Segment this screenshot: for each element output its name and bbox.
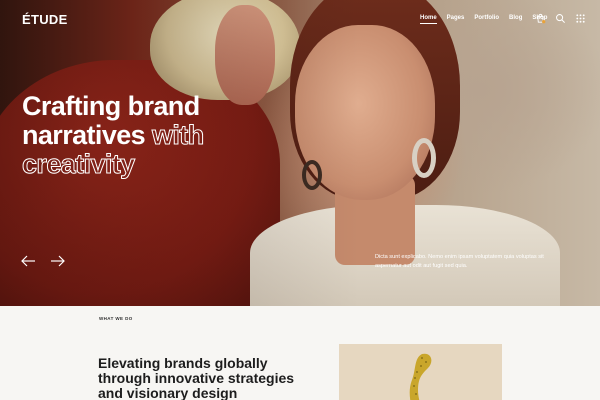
cart-icon[interactable] <box>535 13 546 24</box>
nav-item-portfolio[interactable]: Portfolio <box>474 15 499 21</box>
nav-item-blog[interactable]: Blog <box>509 15 522 21</box>
nav-item-home[interactable]: Home <box>420 15 437 24</box>
arrow-left-icon[interactable] <box>21 255 36 267</box>
hero-description: Dicta sunt explicabo. Nemo enim ipsam vo… <box>375 254 544 269</box>
nav-item-pages[interactable]: Pages <box>447 15 465 21</box>
section-title: Elevating brands globally through innova… <box>98 355 295 400</box>
headline-outline-word: with <box>152 120 205 150</box>
hero-banner: ÉTUDE Home Pages Portfolio Blog Shop Cra… <box>0 0 600 306</box>
headline-line-1: Crafting brand <box>22 91 200 121</box>
grid-menu-icon[interactable] <box>575 13 586 24</box>
what-we-do-section: WHAT WE DO Elevating brands globally thr… <box>0 306 600 400</box>
headline-line-2: narratives with <box>22 120 205 150</box>
section-eyebrow: WHAT WE DO <box>99 316 133 321</box>
section-image <box>339 344 502 400</box>
arrow-right-icon[interactable] <box>50 255 65 267</box>
hero-headline: Crafting brand narratives with creativit… <box>22 91 205 180</box>
headline-line-3: creativity <box>22 149 136 179</box>
sculpture-image <box>409 353 432 400</box>
headline-solid-word: narratives <box>22 120 146 150</box>
site-header: ÉTUDE Home Pages Portfolio Blog Shop <box>0 0 600 40</box>
main-nav: Home Pages Portfolio Blog Shop <box>420 15 547 24</box>
site-logo[interactable]: ÉTUDE <box>22 12 68 27</box>
header-icons <box>535 13 586 24</box>
slider-arrows <box>21 255 65 267</box>
search-icon[interactable] <box>555 13 566 24</box>
